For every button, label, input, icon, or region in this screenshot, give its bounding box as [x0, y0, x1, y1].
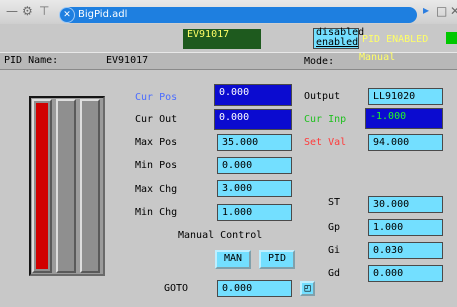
min-pos-input[interactable]: 0.000	[217, 157, 292, 174]
minimize-icon[interactable]: —	[6, 4, 18, 18]
pin-icon[interactable]: ⊤	[39, 4, 49, 18]
window-tab-label: BigPid.adl	[78, 9, 128, 20]
set-val-label: Set Val	[304, 137, 347, 148]
gi-label: Gi	[328, 245, 341, 256]
cur-out-bar	[56, 99, 76, 273]
mode-value: Manual	[359, 52, 396, 63]
cur-pos-field: 0.000	[214, 84, 292, 106]
goto-button-icon[interactable]: ◰	[300, 281, 315, 296]
window-tab[interactable]: BigPid.adl	[62, 7, 417, 23]
min-chg-input[interactable]: 1.000	[217, 204, 292, 221]
mode-label: Mode:	[304, 56, 335, 67]
st-input[interactable]: 30.000	[368, 196, 443, 213]
pid-enabled-status: PID ENABLED	[362, 34, 429, 45]
output-label: Output	[304, 91, 341, 102]
st-label: ST	[328, 197, 341, 208]
goto-input[interactable]: 0.000	[217, 280, 292, 297]
cur-inp-field: -1.000	[365, 108, 443, 129]
settings-icon[interactable]: ⚙	[22, 4, 33, 18]
enabled-option[interactable]: enabled	[316, 37, 358, 48]
pid-name-value: EV91017	[106, 55, 149, 66]
set-val-bar	[80, 99, 100, 273]
cur-out-field: 0.000	[214, 109, 292, 130]
set-val-input[interactable]: 94.000	[368, 134, 443, 151]
min-pos-label: Min Pos	[135, 160, 178, 171]
tab-scroll-right-icon[interactable]: ▸	[423, 3, 429, 17]
gd-label: Gd	[328, 268, 341, 279]
cur-pos-bar-fill	[36, 103, 48, 269]
max-chg-label: Max Chg	[135, 184, 178, 195]
max-chg-input[interactable]: 3.000	[217, 180, 292, 197]
gd-input[interactable]: 0.000	[368, 265, 443, 282]
gp-label: Gp	[328, 222, 341, 233]
max-pos-input[interactable]: 35.000	[217, 134, 292, 151]
goto-label: GOTO	[164, 283, 189, 294]
close-tab-icon[interactable]: ✕	[59, 7, 75, 23]
maximize-icon[interactable]: □	[436, 4, 447, 18]
pid-record-box: EV91017	[183, 29, 261, 49]
close-window-icon[interactable]: ✕	[450, 4, 457, 18]
min-chg-label: Min Chg	[135, 207, 178, 218]
enabled-indicator	[446, 32, 457, 44]
cur-pos-label: Cur Pos	[135, 92, 178, 103]
cur-pos-bar	[32, 99, 52, 273]
cur-out-label: Cur Out	[135, 114, 178, 125]
output-field[interactable]: LL91020	[368, 88, 443, 105]
man-button[interactable]: MAN	[215, 250, 251, 269]
gi-input[interactable]: 0.030	[368, 242, 443, 259]
gp-input[interactable]: 1.000	[368, 219, 443, 236]
manual-control-label: Manual Control	[178, 230, 263, 241]
pid-name-label: PID Name:	[4, 55, 59, 66]
pid-button[interactable]: PID	[259, 250, 295, 269]
cur-inp-label: Cur Inp	[304, 114, 347, 125]
max-pos-label: Max Pos	[135, 137, 178, 148]
